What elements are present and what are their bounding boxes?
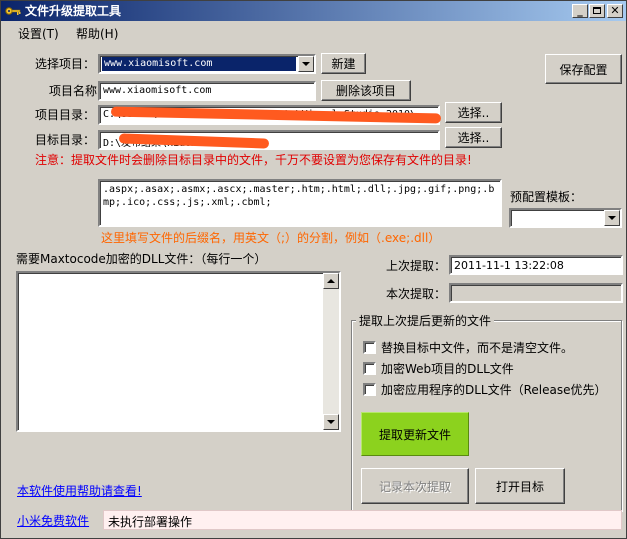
record-extract-button[interactable]: 记录本次提取 bbox=[361, 468, 469, 504]
maximize-icon bbox=[593, 7, 601, 14]
minimize-icon: _ bbox=[577, 4, 583, 17]
project-name-input[interactable]: www.xiaomisoft.com bbox=[98, 81, 316, 101]
project-dir-label: 项目目录： bbox=[35, 108, 96, 122]
app-window: 文件升级提取工具 _ ✕ 设置(T) 帮助(H) 选择项目： www.xiaom… bbox=[0, 0, 627, 539]
browse-target-dir-button[interactable]: 选择.. bbox=[445, 127, 502, 148]
chevron-up-icon bbox=[327, 279, 335, 283]
option-replace-files[interactable]: 替换目标中文件，而不是清空文件。 bbox=[363, 339, 573, 355]
extract-updates-button[interactable]: 提取更新文件 bbox=[361, 412, 469, 456]
select-project-label: 选择项目： bbox=[35, 57, 96, 71]
status-bar: 未执行部署操作 bbox=[103, 510, 622, 530]
chevron-down-icon bbox=[302, 62, 310, 66]
option-label: 替换目标中文件，而不是清空文件。 bbox=[381, 340, 574, 355]
option-label: 加密应用程序的DLL文件（Release优先） bbox=[381, 382, 607, 397]
close-icon: ✕ bbox=[610, 4, 620, 17]
title-bar[interactable]: 文件升级提取工具 _ ✕ bbox=[1, 1, 626, 21]
this-extract-label: 本次提取： bbox=[386, 287, 447, 301]
save-config-button[interactable]: 保存配置 bbox=[545, 54, 622, 84]
last-extract-label: 上次提取： bbox=[386, 259, 447, 273]
scroll-up-button[interactable] bbox=[323, 273, 339, 289]
close-button[interactable]: ✕ bbox=[607, 4, 623, 18]
window-title: 文件升级提取工具 bbox=[25, 4, 122, 18]
open-target-button[interactable]: 打开目标 bbox=[475, 468, 565, 504]
scroll-down-button[interactable] bbox=[323, 414, 339, 430]
checkbox[interactable] bbox=[363, 340, 376, 354]
option-encrypt-app-dll[interactable]: 加密应用程序的DLL文件（Release优先） bbox=[363, 381, 607, 397]
option-label: 加密Web项目的DLL文件 bbox=[381, 361, 514, 376]
extensions-textarea[interactable]: .aspx;.asax;.asmx;.ascx;.master;.htm;.ht… bbox=[98, 179, 502, 227]
select-project-value: www.xiaomisoft.com bbox=[102, 57, 296, 71]
last-extract-input[interactable]: 2011-11-1 13:22:08 bbox=[449, 255, 623, 275]
extension-hint: 这里填写文件的后缀名，用英文（;）的分割，例如（.exe;.dll） bbox=[101, 231, 441, 245]
browse-project-dir-button[interactable]: 选择.. bbox=[445, 102, 502, 123]
delete-project-button[interactable]: 删除该项目 bbox=[321, 80, 411, 101]
free-software-link[interactable]: 小米免费软件 bbox=[17, 514, 89, 528]
chevron-down-icon bbox=[608, 216, 616, 220]
help-link[interactable]: 本软件使用帮助请查看! bbox=[17, 484, 142, 498]
checkbox[interactable] bbox=[363, 382, 376, 396]
key-icon bbox=[5, 7, 21, 15]
menu-settings[interactable]: 设置(T) bbox=[18, 25, 59, 42]
groupbox-title: 提取上次提后更新的文件 bbox=[356, 314, 495, 328]
menu-help[interactable]: 帮助(H) bbox=[76, 25, 118, 42]
preset-template-dropdown-button[interactable] bbox=[604, 210, 620, 226]
checkbox[interactable] bbox=[363, 361, 376, 375]
this-extract-input bbox=[449, 283, 623, 303]
warning-note: 注意：提取文件时会删除目标目录中的文件，千万不要设置为您保存有文件的目录! bbox=[35, 153, 472, 167]
preset-template-label: 预配置模板： bbox=[510, 190, 583, 204]
preset-template-dropdown[interactable] bbox=[509, 208, 622, 228]
dll-list-scrollbar[interactable] bbox=[323, 273, 339, 430]
option-encrypt-web-dll[interactable]: 加密Web项目的DLL文件 bbox=[363, 360, 514, 376]
new-button[interactable]: 新建 bbox=[321, 53, 366, 74]
menu-bar: 设置(T) 帮助(H) bbox=[1, 22, 626, 42]
select-project-dropdown-button[interactable] bbox=[298, 56, 314, 72]
dll-list-label: 需要Maxtocode加密的DLL文件：（每行一个） bbox=[16, 252, 267, 266]
dll-list-textarea[interactable] bbox=[16, 271, 341, 432]
chevron-down-icon bbox=[327, 420, 335, 424]
maximize-button[interactable] bbox=[589, 4, 605, 18]
select-project-dropdown[interactable]: www.xiaomisoft.com bbox=[98, 54, 316, 74]
target-dir-label: 目标目录： bbox=[35, 133, 96, 147]
minimize-button[interactable]: _ bbox=[572, 4, 588, 18]
